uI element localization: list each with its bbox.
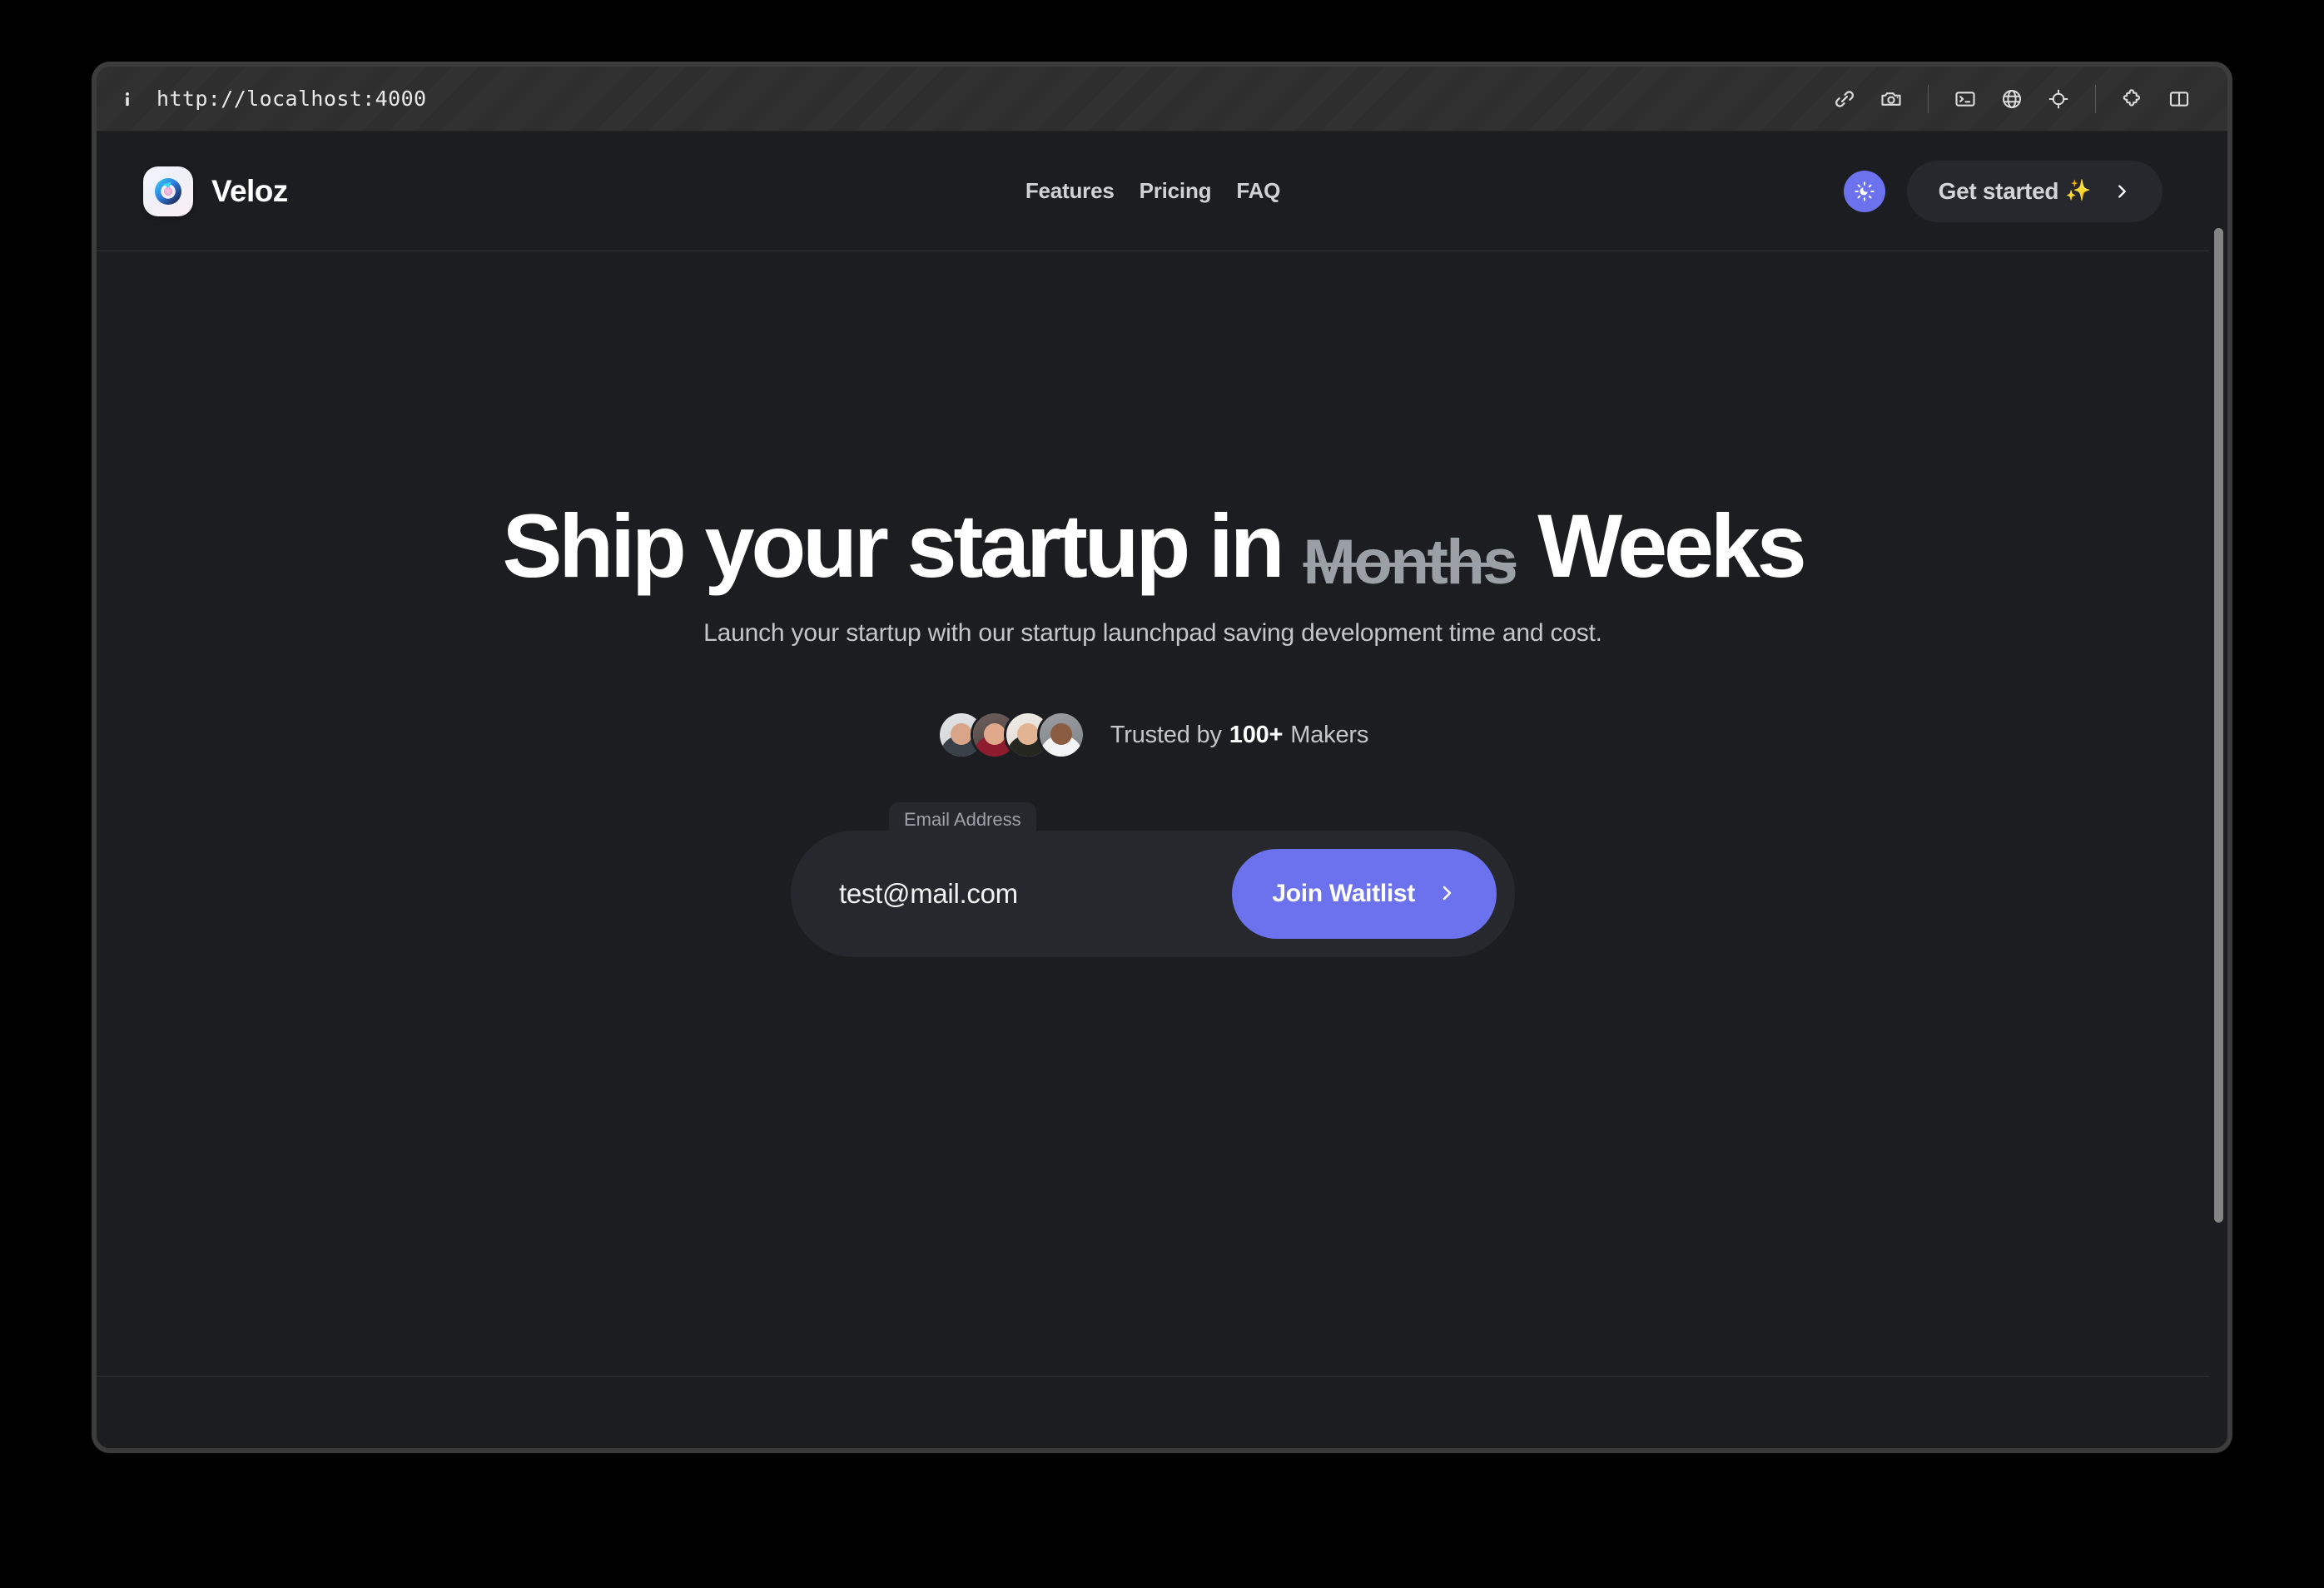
site-header: Veloz Features Pricing FAQ Get started ✨ bbox=[97, 132, 2209, 251]
avatar bbox=[1036, 711, 1085, 759]
page-scrollbar[interactable] bbox=[2209, 132, 2227, 1448]
page-content: Veloz Features Pricing FAQ Get started ✨… bbox=[97, 132, 2209, 1448]
join-waitlist-label: Join Waitlist bbox=[1272, 880, 1415, 907]
nav-item-pricing[interactable]: Pricing bbox=[1140, 178, 1212, 204]
page-viewport: Veloz Features Pricing FAQ Get started ✨… bbox=[97, 132, 2227, 1448]
headline-emphasis: Weeks bbox=[1537, 495, 1806, 596]
target-icon[interactable] bbox=[2035, 76, 2082, 122]
hero-section: Ship your startup in Months Weeks Launch… bbox=[97, 251, 2209, 1448]
proof-prefix: Trusted by bbox=[1110, 721, 1222, 748]
info-icon bbox=[117, 88, 138, 110]
brand-name: Veloz bbox=[211, 173, 288, 208]
header-actions: Get started ✨ bbox=[1843, 160, 2163, 222]
url-bar[interactable]: http://localhost:4000 bbox=[117, 87, 1821, 111]
section-divider bbox=[97, 1376, 2209, 1377]
globe-icon[interactable] bbox=[1989, 76, 2035, 122]
terminal-icon[interactable] bbox=[1942, 76, 1989, 122]
email-form-capsule: Join Waitlist bbox=[791, 831, 1515, 957]
url-text: http://localhost:4000 bbox=[156, 87, 427, 111]
toolbar-divider bbox=[2095, 84, 2096, 113]
veloz-swirl-logo-icon bbox=[143, 166, 193, 216]
camera-icon[interactable] bbox=[1868, 76, 1914, 122]
get-started-label: Get started ✨ bbox=[1938, 177, 2092, 205]
theme-toggle-button[interactable] bbox=[1843, 170, 1885, 212]
waitlist-form: Email Address Join Waitlist bbox=[791, 802, 1515, 957]
brand-logo[interactable]: Veloz bbox=[143, 166, 288, 216]
proof-count: 100+ bbox=[1229, 721, 1284, 748]
scrollbar-thumb[interactable] bbox=[2214, 228, 2223, 1223]
social-proof: Trusted by 100+ Makers bbox=[936, 711, 1369, 759]
nav-item-features[interactable]: Features bbox=[1025, 178, 1115, 204]
puzzle-piece-icon[interactable] bbox=[2109, 76, 2156, 122]
page-title: Ship your startup in Months Weeks bbox=[502, 495, 1806, 598]
social-proof-text: Trusted by 100+ Makers bbox=[1110, 721, 1369, 749]
browser-window: http://localhost:4000 Veloz Features Pri… bbox=[92, 62, 2232, 1453]
browser-toolbar bbox=[1821, 76, 2202, 122]
chevron-right-icon bbox=[2113, 182, 2131, 201]
browser-chrome-bar: http://localhost:4000 bbox=[97, 67, 2227, 132]
avatar-stack bbox=[936, 711, 1085, 759]
headline-prefix: Ship your startup in bbox=[502, 495, 1284, 596]
headline-struck: Months bbox=[1303, 527, 1518, 598]
get-started-button[interactable]: Get started ✨ bbox=[1906, 160, 2163, 222]
split-panel-icon[interactable] bbox=[2156, 76, 2202, 122]
hero-subtitle: Launch your startup with our startup lau… bbox=[703, 619, 1602, 647]
email-input[interactable] bbox=[839, 878, 1233, 910]
join-waitlist-button[interactable]: Join Waitlist bbox=[1232, 849, 1497, 939]
get-started-text: Get started bbox=[1938, 177, 2059, 204]
browser-window-inner: http://localhost:4000 Veloz Features Pri… bbox=[97, 67, 2227, 1448]
sparkle-icon: ✨ bbox=[2065, 179, 2091, 202]
toolbar-divider bbox=[1928, 84, 1929, 113]
chevron-right-icon bbox=[1437, 883, 1457, 906]
link-icon[interactable] bbox=[1821, 76, 1868, 122]
nav-item-faq[interactable]: FAQ bbox=[1236, 178, 1280, 204]
proof-suffix: Makers bbox=[1290, 721, 1369, 748]
